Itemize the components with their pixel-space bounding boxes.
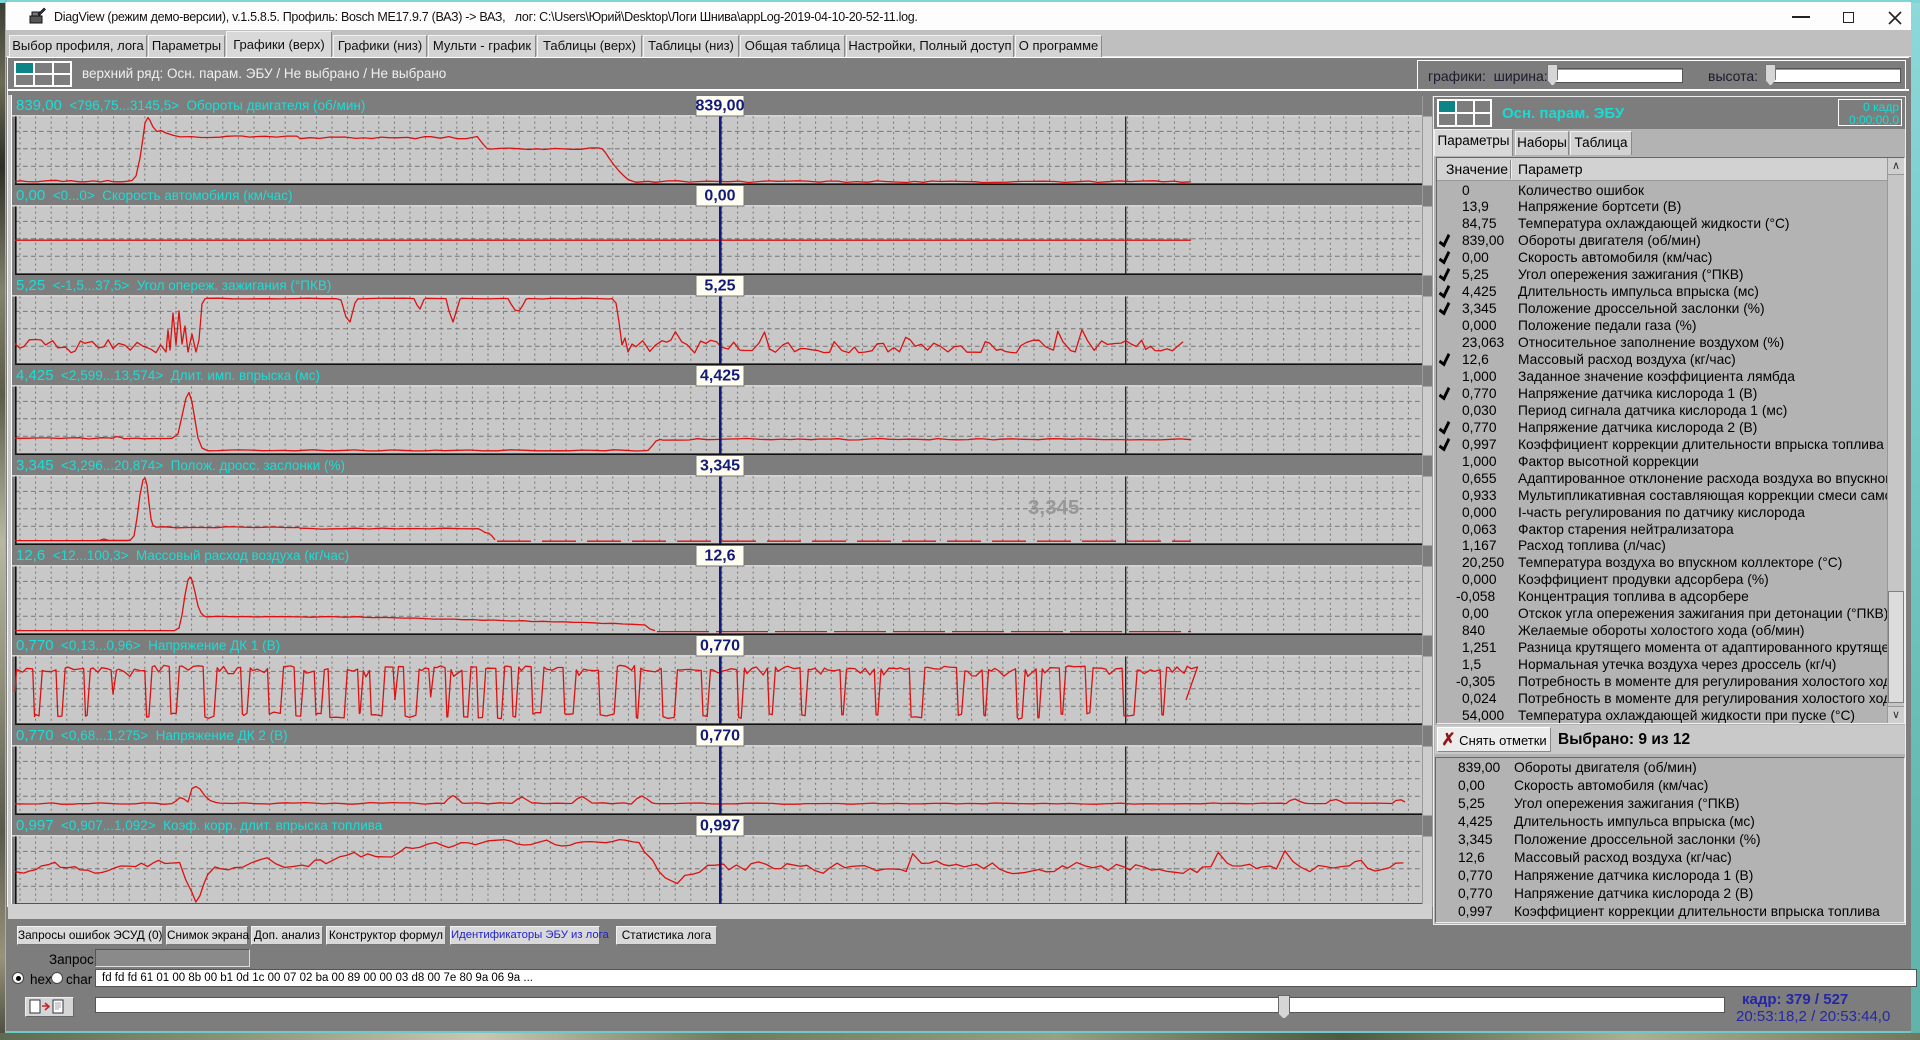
svg-text:0,00 <0...0> Скорость автомо: 0,00 <0...0> Скорость автомобиля (км/час…: [16, 187, 292, 204]
svg-text:839,00 <796,75...3145,5> Обо: 839,00 <796,75...3145,5> Обороты двигате…: [16, 97, 365, 114]
svg-text:0,770: 0,770: [700, 638, 740, 655]
svg-text:3,345 <3,296...20,874> Полож: 3,345 <3,296...20,874> Полож. дросс. зас…: [16, 457, 345, 474]
svg-text:0,770 <0,68...1,275> Напряже: 0,770 <0,68...1,275> Напряжение ДК 2 (В): [16, 727, 288, 744]
svg-text:5,25 <-1,5...37,5> Угол опер: 5,25 <-1,5...37,5> Угол опереж. зажигани…: [16, 277, 331, 294]
svg-text:3,345: 3,345: [1028, 496, 1079, 519]
svg-text:0,770: 0,770: [700, 728, 740, 745]
svg-text:3,345: 3,345: [700, 458, 740, 475]
svg-text:4,425 <2,599...13,574> Длит.: 4,425 <2,599...13,574> Длит. имп. впрыск…: [16, 367, 320, 384]
svg-text:4,425: 4,425: [700, 368, 740, 385]
svg-text:839,00: 839,00: [696, 98, 745, 115]
svg-text:0,770 <0,13...0,96> Напряжен: 0,770 <0,13...0,96> Напряжение ДК 1 (В): [16, 637, 280, 654]
svg-text:12,6: 12,6: [704, 548, 735, 565]
svg-text:0,997: 0,997: [700, 818, 740, 835]
svg-text:0,00: 0,00: [704, 188, 735, 205]
svg-text:0,997 <0,907...1,092> Коэф.: 0,997 <0,907...1,092> Коэф. корр. длит. …: [16, 817, 383, 834]
svg-text:12,6 <12...100,3> Массовый р: 12,6 <12...100,3> Массовый расход воздух…: [16, 547, 349, 564]
svg-text:5,25: 5,25: [704, 278, 735, 295]
